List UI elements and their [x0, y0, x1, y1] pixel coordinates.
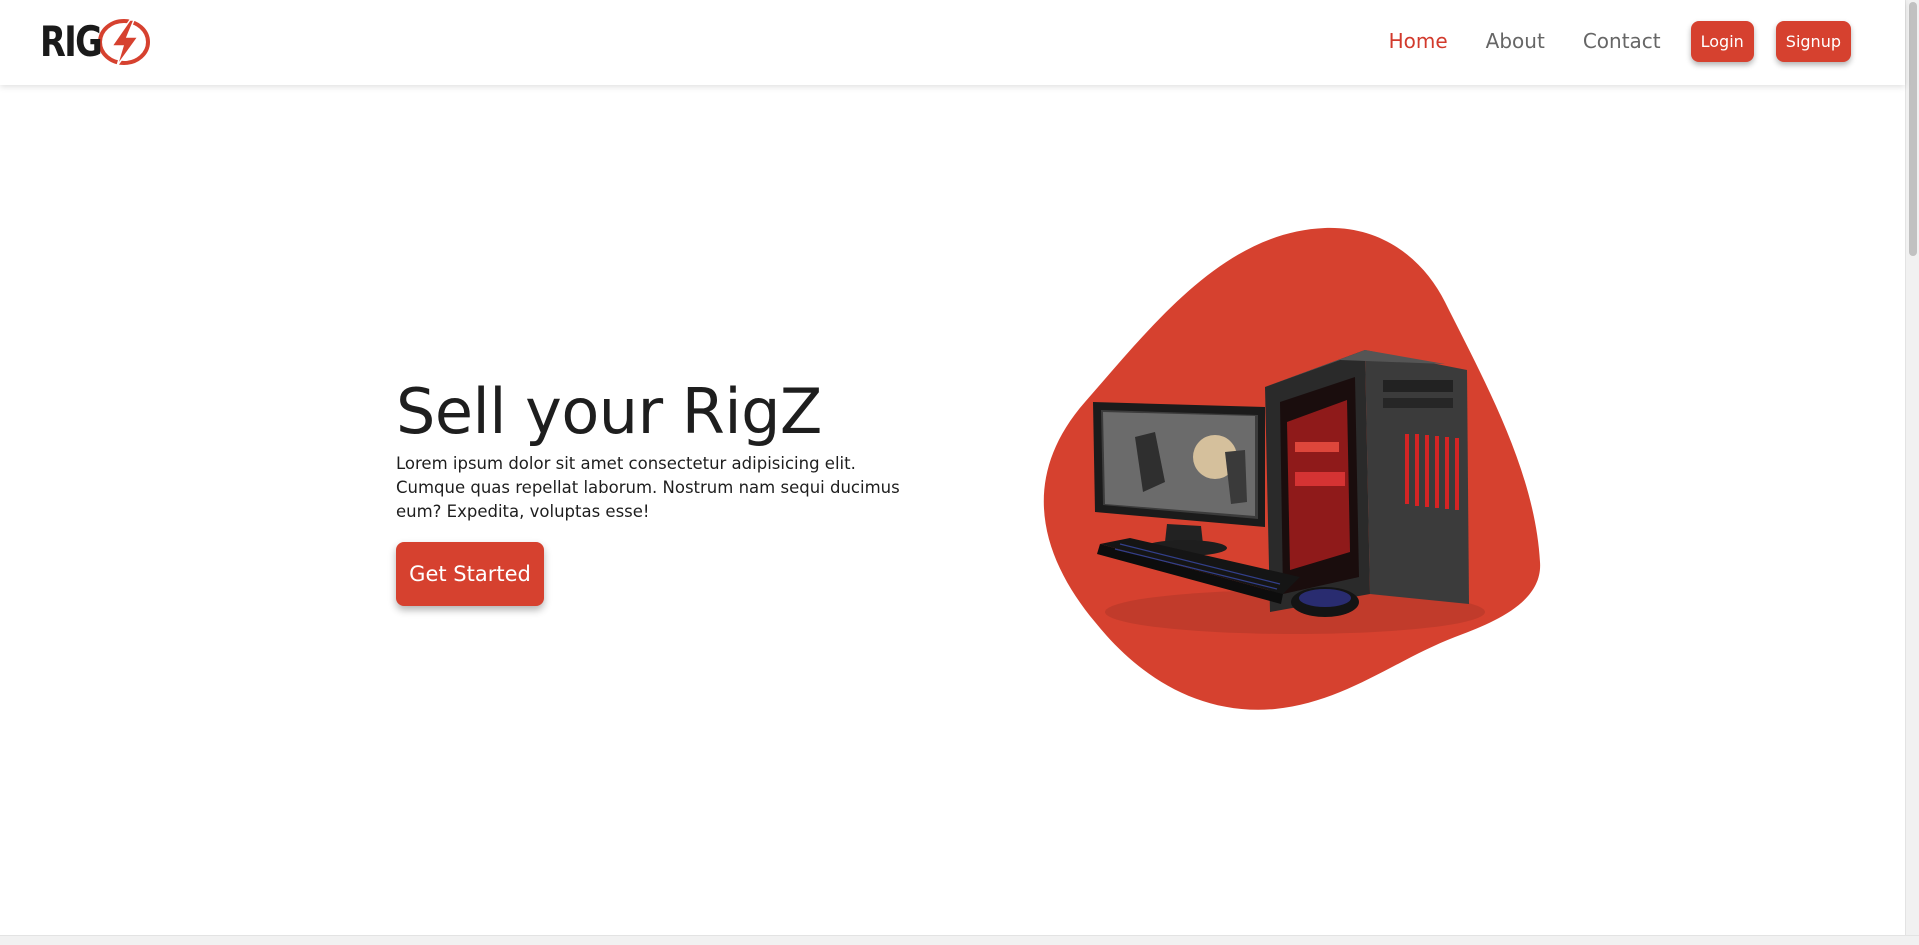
horizontal-scrollbar[interactable]	[0, 935, 1919, 945]
nav-link-home[interactable]: Home	[1389, 29, 1448, 53]
vertical-scrollbar[interactable]	[1905, 0, 1919, 935]
hero-description: Lorem ipsum dolor sit amet consectetur a…	[396, 454, 900, 522]
hero-illustration	[1025, 222, 1545, 712]
lightning-bolt-icon	[98, 19, 151, 67]
nav-link-about[interactable]: About	[1486, 29, 1545, 53]
hero-title: Sell your RigZ	[396, 375, 822, 448]
login-button[interactable]: Login	[1690, 20, 1754, 62]
logo-text: RIG	[40, 17, 103, 66]
signup-button[interactable]: Signup	[1775, 20, 1851, 62]
nav-links: Home About Contact Login Signup	[1351, 20, 1851, 62]
page: RIG Home About Contact Login Signup Sell…	[0, 0, 1919, 945]
pc-tower	[1265, 350, 1469, 612]
get-started-button[interactable]: Get Started	[396, 542, 544, 607]
scrollbar-thumb[interactable]	[1909, 2, 1917, 256]
logo[interactable]: RIG	[40, 16, 152, 68]
nav-link-contact[interactable]: Contact	[1583, 29, 1661, 53]
gaming-pc-illustration	[1043, 227, 1541, 710]
navbar: RIG Home About Contact Login Signup	[0, 0, 1905, 85]
mouse	[1291, 587, 1359, 617]
hero-section: Sell your RigZ Lorem ipsum dolor sit ame…	[396, 375, 936, 607]
